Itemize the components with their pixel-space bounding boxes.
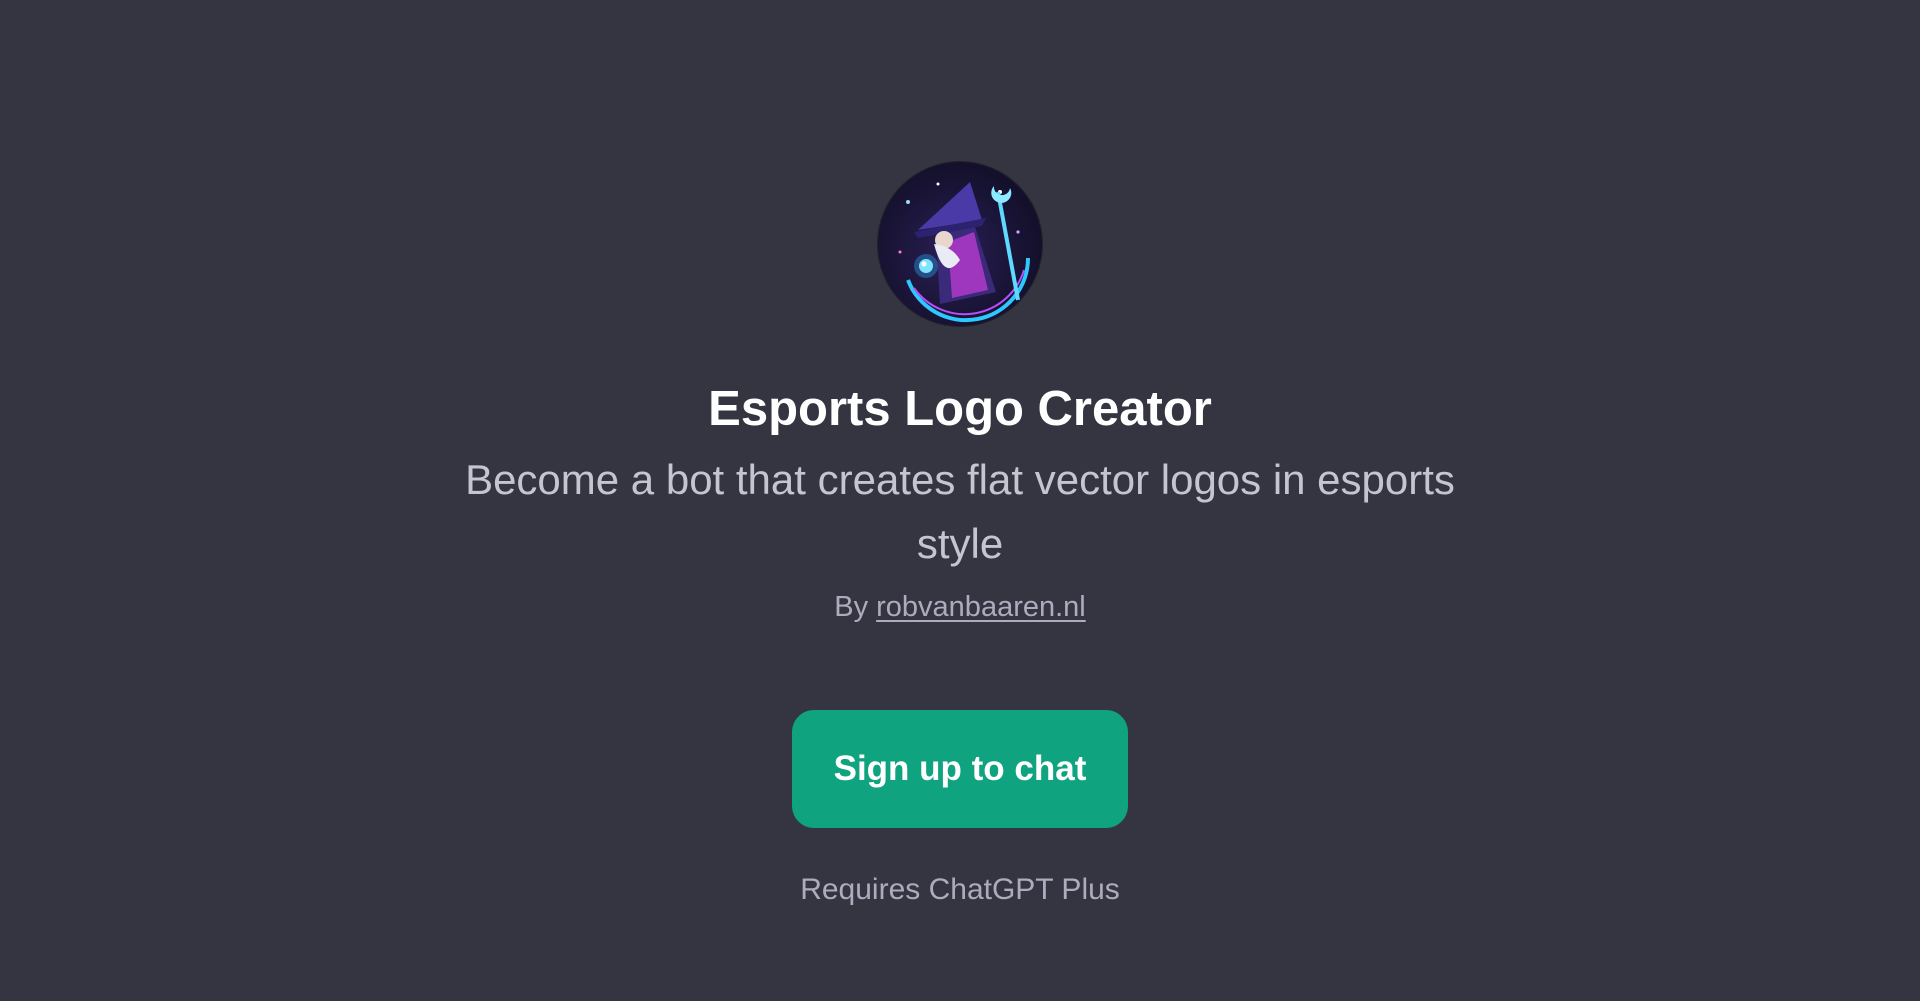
byline-prefix: By bbox=[834, 591, 869, 623]
gpt-avatar bbox=[878, 162, 1042, 326]
requires-plus-note: Requires ChatGPT Plus bbox=[800, 873, 1120, 906]
sign-up-to-chat-button[interactable]: Sign up to chat bbox=[792, 710, 1128, 828]
author-link[interactable]: robvanbaaren.nl bbox=[876, 591, 1086, 623]
gpt-title: Esports Logo Creator bbox=[708, 382, 1212, 436]
author-byline: By robvanbaaren.nl bbox=[0, 589, 1920, 625]
gpt-description: Become a bot that creates flat vector lo… bbox=[465, 456, 1455, 567]
gpt-landing-page: Esports Logo Creator Become a bot that c… bbox=[0, 0, 1920, 1001]
wizard-logo-icon bbox=[898, 182, 1031, 323]
